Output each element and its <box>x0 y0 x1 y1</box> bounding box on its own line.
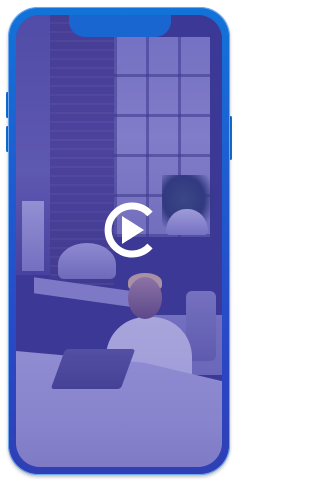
phone-mockup-stage <box>0 0 241 483</box>
c-logo-play-icon <box>104 202 153 258</box>
play-button[interactable] <box>96 196 164 264</box>
phone-notch <box>69 15 171 37</box>
play-icon <box>122 216 144 244</box>
